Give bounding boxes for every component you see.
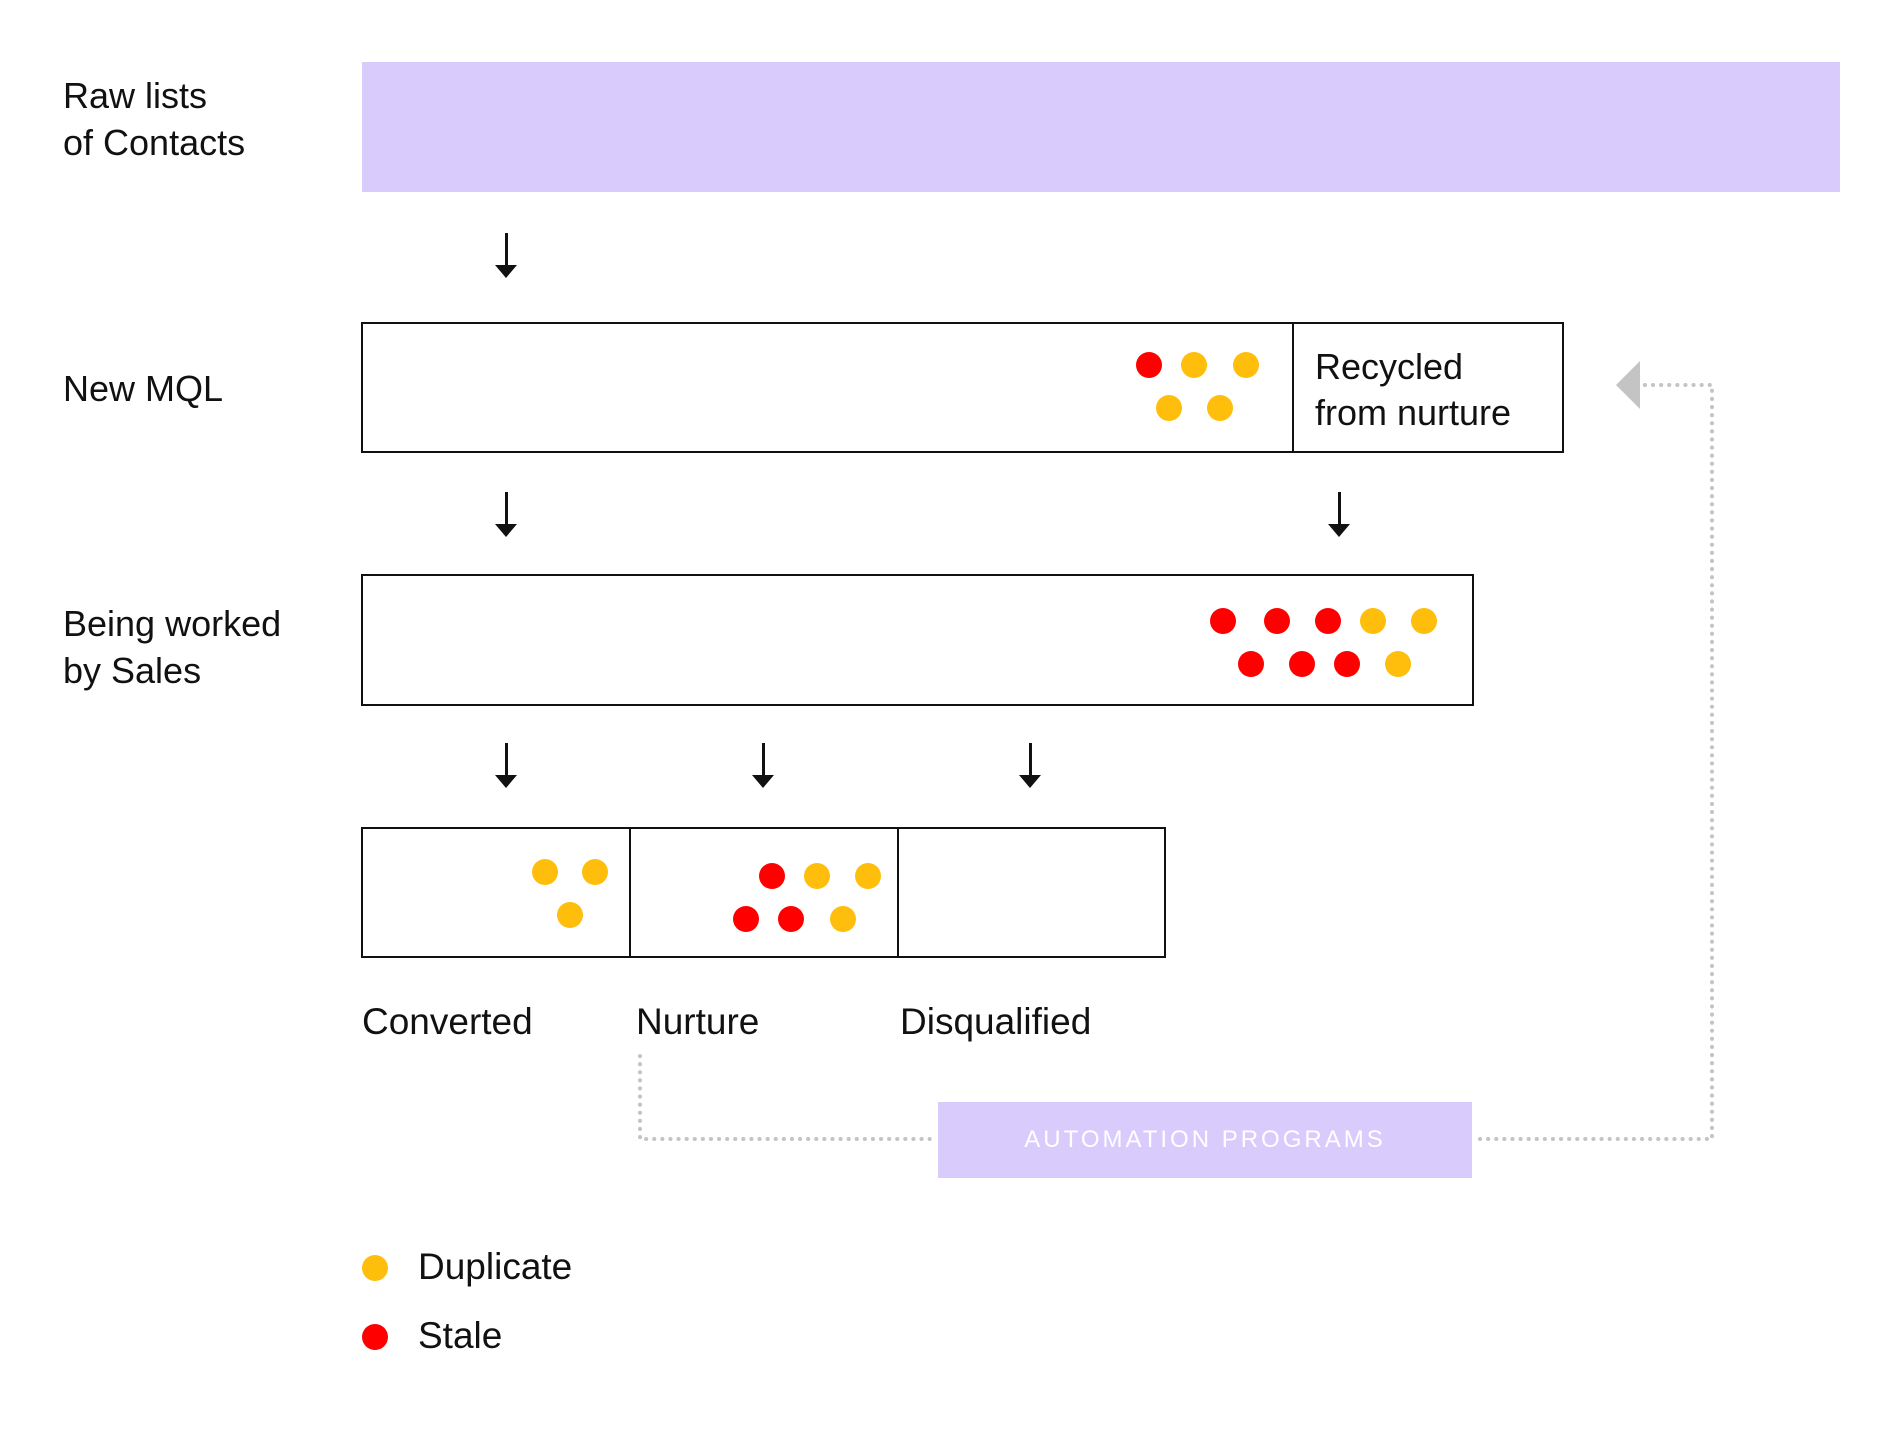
stale-legend-label: Stale: [418, 1315, 503, 1356]
recycle-loop-connector: [638, 361, 1714, 1141]
stale-legend-dot: [362, 1324, 388, 1350]
automation-programs-label: AUTOMATION PROGRAMS: [1024, 1126, 1386, 1153]
duplicate-legend-label: Duplicate: [418, 1246, 573, 1287]
nurture-to-automation-line: [638, 1054, 932, 1141]
automation-to-recycle-line: [1478, 383, 1714, 1141]
arrow-left-icon: [1616, 361, 1640, 409]
funnel-diagram: Raw lists of Contacts New MQL Being work…: [0, 0, 1884, 1430]
duplicate-legend-dot: [362, 1255, 388, 1281]
automation-programs-box: AUTOMATION PROGRAMS: [938, 1102, 1472, 1178]
